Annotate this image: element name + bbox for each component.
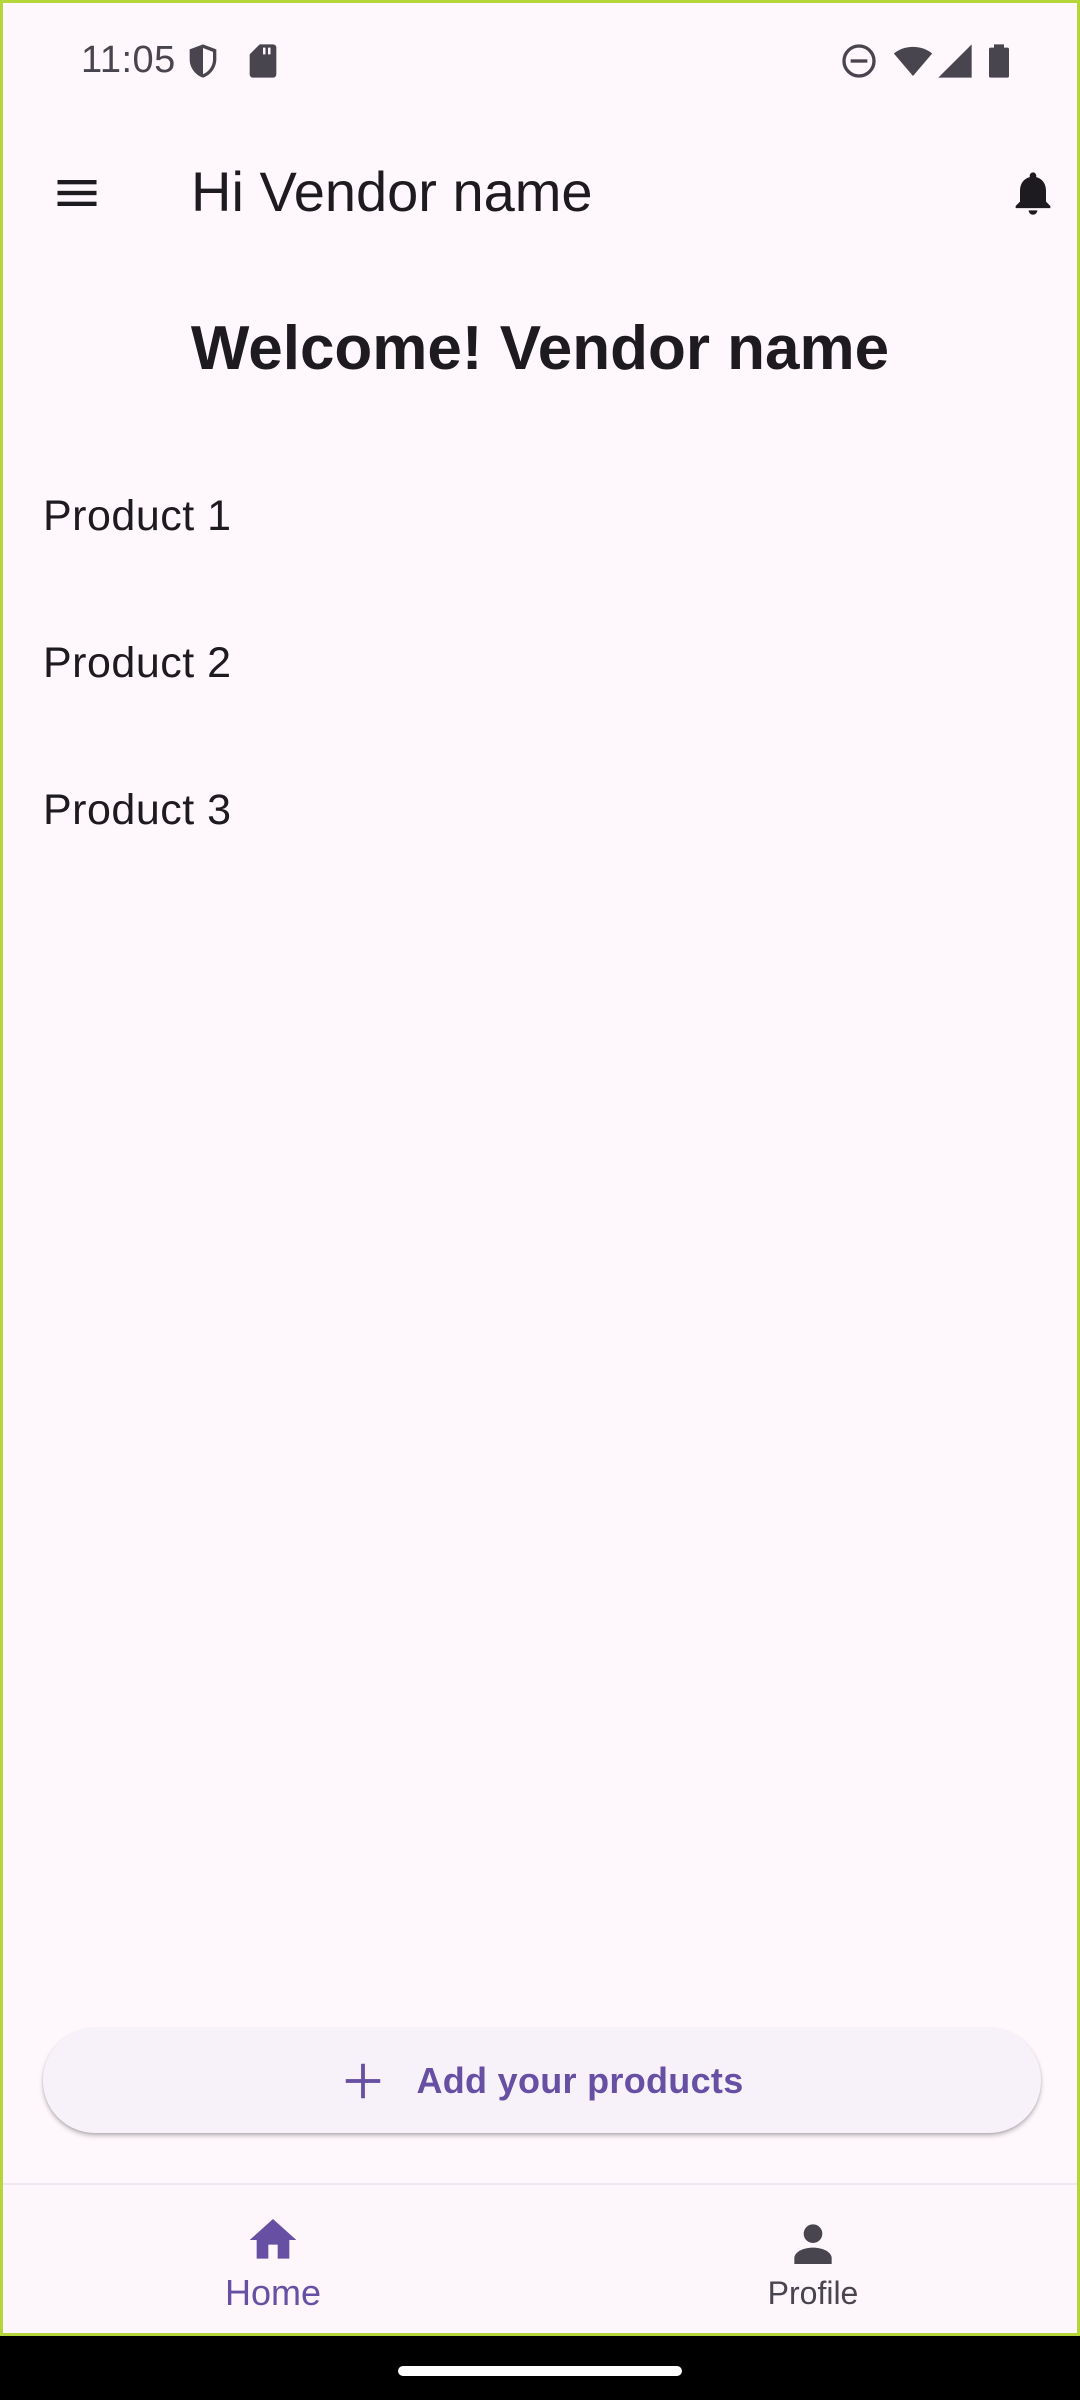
person-icon xyxy=(794,2223,832,2264)
nav-label-profile: Profile xyxy=(767,2274,859,2311)
notifications-button[interactable] xyxy=(993,153,1073,233)
product-item[interactable]: Product 2 xyxy=(3,590,1077,737)
shield-icon xyxy=(189,44,217,78)
menu-button[interactable] xyxy=(37,153,117,233)
nav-label-home: Home xyxy=(224,2272,322,2313)
app-bar: Hi Vendor name xyxy=(3,121,1077,269)
nav-item-profile[interactable]: Profile xyxy=(543,2185,1077,2333)
status-time: 11:05 xyxy=(81,39,176,81)
nav-item-home[interactable]: Home xyxy=(3,2185,543,2333)
home-icon xyxy=(249,2219,297,2259)
product-item[interactable]: Product 3 xyxy=(3,737,1077,884)
wifi-icon xyxy=(893,46,933,76)
bottom-navigation: Home Profile xyxy=(3,2183,1077,2333)
sd-card-icon xyxy=(249,44,277,78)
gesture-handle[interactable] xyxy=(398,2366,682,2376)
do-not-disturb-icon xyxy=(842,44,876,78)
bell-icon xyxy=(1015,172,1051,215)
status-bar: 11:05 xyxy=(3,3,1077,121)
app-title: Hi Vendor name xyxy=(191,160,593,223)
plus-icon xyxy=(346,2063,381,2098)
add-products-button[interactable]: Add your products xyxy=(43,2028,1041,2133)
system-gesture-area xyxy=(0,2336,1080,2400)
welcome-heading: Welcome! Vendor name xyxy=(190,314,890,383)
battery-icon xyxy=(989,44,1009,78)
menu-icon xyxy=(57,180,97,206)
signal-icon xyxy=(938,44,972,78)
add-products-label: Add your products xyxy=(416,2059,744,2101)
app-screen: 11:05 Hi Vendor name Welcome! Vendor nam… xyxy=(0,0,1080,2336)
product-item[interactable]: Product 1 xyxy=(3,443,1077,590)
product-list: Product 1 Product 2 Product 3 xyxy=(3,443,1077,884)
